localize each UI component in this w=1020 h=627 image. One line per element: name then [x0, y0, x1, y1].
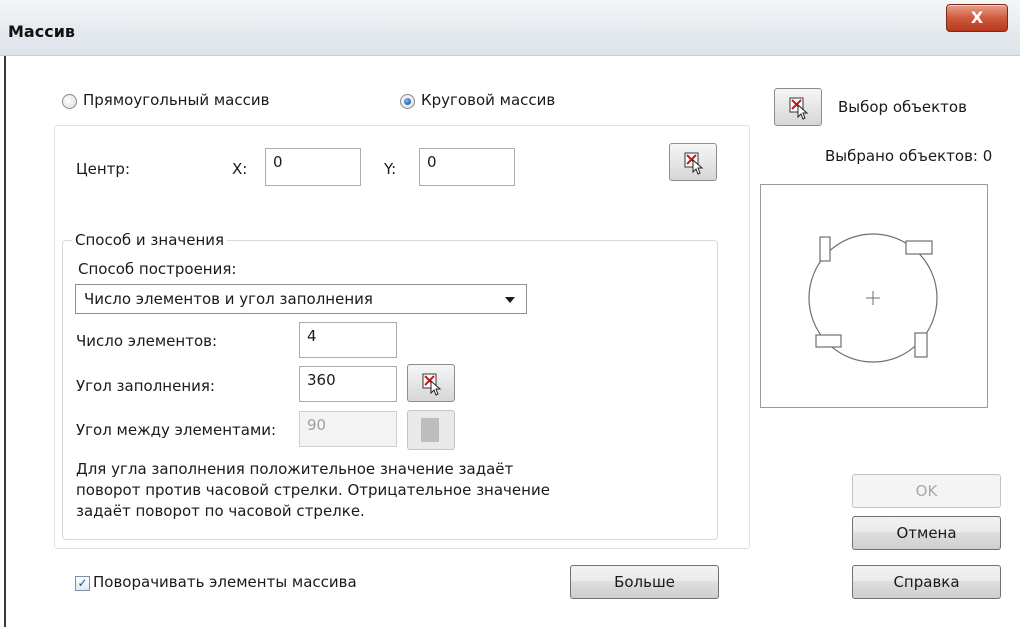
title-bar	[0, 0, 1020, 56]
center-y-input[interactable]: 0	[419, 148, 515, 186]
window-border	[4, 56, 6, 627]
select-objects-icon	[789, 97, 809, 120]
pick-point-icon	[422, 373, 442, 396]
rotate-items-checkbox[interactable]: ✓	[75, 576, 90, 591]
method-groupbox-legend: Способ и значения	[72, 231, 228, 249]
select-objects-label: Выбор объектов	[838, 98, 967, 116]
method-select-value: Число элементов и угол заполнения	[84, 290, 373, 308]
center-x-input[interactable]: 0	[265, 148, 361, 186]
rotate-items-label[interactable]: Поворачивать элементы массива	[93, 573, 357, 591]
between-angle-label: Угол между элементами:	[76, 421, 277, 439]
circular-array-preview-graphic	[808, 233, 938, 363]
pick-between-angle-button	[407, 410, 455, 450]
help-button[interactable]: Справка	[852, 565, 1001, 599]
more-button[interactable]: Больше	[570, 565, 719, 599]
pick-point-icon	[684, 152, 704, 175]
angle-note: Для угла заполнения положительное значен…	[76, 459, 550, 522]
chevron-down-icon[interactable]	[499, 291, 521, 308]
between-angle-input: 90	[299, 411, 397, 447]
close-button[interactable]: X	[946, 4, 1008, 32]
angle-note-line: Для угла заполнения положительное значен…	[76, 460, 514, 478]
count-label: Число элементов:	[76, 332, 218, 350]
selected-count: Выбрано объектов: 0	[825, 147, 993, 165]
center-y-label: Y:	[384, 160, 397, 178]
fill-angle-label: Угол заполнения:	[76, 377, 215, 395]
count-input[interactable]: 4	[299, 322, 397, 358]
window-title: Массив	[8, 22, 76, 41]
method-select[interactable]: Число элементов и угол заполнения	[75, 284, 527, 314]
angle-note-line: задаёт поворот по часовой стрелке.	[76, 502, 365, 520]
center-label: Центр:	[76, 160, 130, 178]
angle-note-line: поворот против часовой стрелки. Отрицате…	[76, 481, 550, 499]
pick-center-button[interactable]	[669, 143, 717, 181]
rectangular-array-label[interactable]: Прямоугольный массив	[83, 91, 269, 109]
select-objects-button[interactable]	[774, 88, 822, 126]
circular-array-radio[interactable]	[400, 94, 415, 109]
pick-fill-angle-button[interactable]	[407, 364, 455, 402]
rectangular-array-radio[interactable]	[62, 94, 77, 109]
array-preview	[760, 184, 988, 408]
method-label: Способ построения:	[78, 260, 237, 278]
center-x-label: X:	[232, 160, 248, 178]
circular-array-label[interactable]: Круговой массив	[421, 91, 555, 109]
fill-angle-input[interactable]: 360	[299, 366, 397, 402]
close-icon: X	[970, 8, 984, 27]
ok-button[interactable]: OK	[852, 474, 1001, 508]
pick-point-icon	[421, 418, 439, 442]
cancel-button[interactable]: Отмена	[852, 516, 1001, 550]
